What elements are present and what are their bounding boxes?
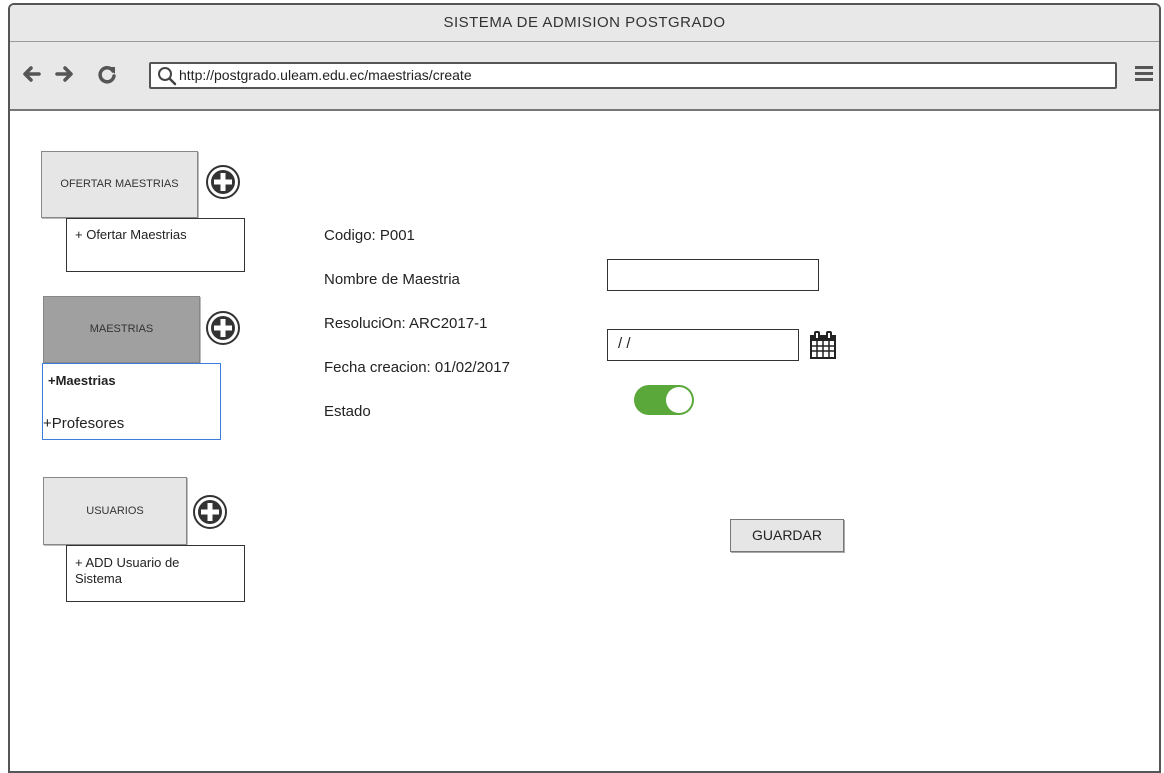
toggle-knob [666, 387, 692, 413]
calendar-icon[interactable] [810, 331, 836, 359]
guardar-button[interactable]: GUARDAR [730, 519, 844, 552]
nombre-maestria-label: Nombre de Maestria [324, 271, 460, 288]
browser-toolbar: http://postgrado.uleam.edu.ec/maestrias/… [10, 42, 1159, 111]
url-text: http://postgrado.uleam.edu.ec/maestrias/… [179, 67, 472, 83]
submenu-item-maestrias[interactable]: +Maestrias [48, 373, 116, 388]
sidebar-button-usuarios[interactable]: USUARIOS [43, 477, 187, 545]
sidebar-submenu-usuarios: + ADD Usuario de Sistema [66, 545, 245, 602]
estado-toggle[interactable] [634, 385, 694, 415]
sidebar-button-ofertar-maestrias[interactable]: OFERTAR MAESTRIAS [41, 151, 198, 218]
estado-label: Estado [324, 403, 371, 420]
reload-icon[interactable] [96, 63, 118, 85]
page-content: OFERTAR MAESTRIAS + Ofertar Maestrias MA… [10, 111, 1159, 771]
browser-window: SISTEMA DE ADMISION POSTGRADO http://pos… [8, 3, 1161, 773]
window-title: SISTEMA DE ADMISION POSTGRADO [10, 5, 1159, 42]
sidebar-submenu-maestrias: +Maestrias +Profesores [42, 363, 221, 440]
sidebar-button-maestrias[interactable]: MAESTRIAS [43, 296, 200, 363]
arrow-left-icon[interactable] [20, 63, 42, 85]
codigo-label: Codigo: P001 [324, 227, 415, 244]
sidebar-submenu-ofertar: + Ofertar Maestrias [66, 218, 245, 272]
sidebar-button-label: OFERTAR MAESTRIAS [60, 178, 179, 190]
fecha-creacion-label: Fecha creacion: 01/02/2017 [324, 359, 510, 376]
sidebar-button-label: MAESTRIAS [89, 323, 154, 335]
hamburger-menu-icon[interactable] [1135, 64, 1153, 82]
sidebar-button-label: USUARIOS [86, 505, 144, 517]
arrow-right-icon[interactable] [54, 63, 76, 85]
address-bar[interactable]: http://postgrado.uleam.edu.ec/maestrias/… [149, 62, 1117, 89]
search-icon [158, 67, 177, 86]
submenu-item-add-usuario[interactable]: + ADD Usuario de Sistema [75, 555, 215, 587]
plus-circle-icon[interactable] [205, 164, 241, 200]
submenu-item-ofertar-maestrias[interactable]: + Ofertar Maestrias [75, 227, 187, 242]
plus-circle-icon[interactable] [192, 494, 228, 530]
resolucion-label: ResoluciOn: ARC2017-1 [324, 315, 488, 332]
date-input[interactable]: / / [607, 329, 799, 361]
plus-circle-icon[interactable] [205, 310, 241, 346]
submenu-item-profesores[interactable]: +Profesores [43, 415, 124, 432]
nombre-maestria-input[interactable] [607, 259, 819, 291]
